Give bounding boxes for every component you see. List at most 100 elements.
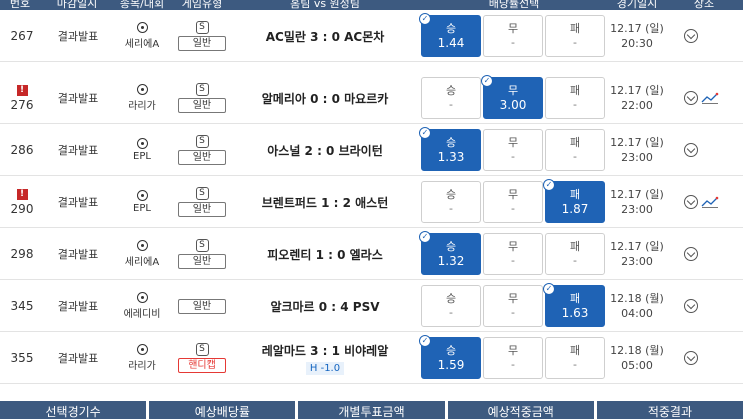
- sport-cell: 세리에A: [112, 10, 172, 62]
- s-type-icon: S: [195, 239, 209, 252]
- league-name: EPL: [133, 203, 151, 214]
- odds-win-button[interactable]: ✓ 승 1.33: [419, 127, 481, 171]
- odds-draw-button[interactable]: 무 -: [483, 181, 543, 223]
- s-type-icon: S: [195, 83, 209, 96]
- odds-value: -: [511, 306, 515, 319]
- header-no: 번호: [9, 0, 31, 10]
- s-type-icon: S: [195, 21, 209, 34]
- check-icon: ✓: [419, 13, 431, 25]
- odds-win-button[interactable]: ✓ 승 1.44: [419, 13, 481, 57]
- odds-value: -: [573, 36, 577, 49]
- check-icon: ✓: [419, 231, 431, 243]
- odds-label: 승: [445, 292, 457, 305]
- status-text: 결과발표: [57, 248, 99, 261]
- odds-lose-button[interactable]: 패 -: [545, 129, 605, 171]
- match-date: 12.17 (일): [610, 22, 664, 35]
- match-cell: 레알마드 3 : 1 비야레알 H -1.0: [232, 332, 418, 384]
- header-detail: 상조: [693, 0, 715, 10]
- game-type-badge: 일반: [178, 150, 226, 165]
- sport-cell: EPL: [112, 124, 172, 176]
- match-result: 아스널 2 : 0 브라이턴: [267, 143, 383, 158]
- summary-bar: 선택경기수 예상배당률 개별투표금액 예상적중금액 적중결과: [0, 401, 743, 419]
- header-game-type: 게임유형: [181, 0, 223, 10]
- expand-detail-icon[interactable]: [684, 91, 698, 105]
- match-cell: 아스널 2 : 0 브라이턴: [232, 124, 418, 176]
- game-number-cell: 355: [0, 332, 44, 384]
- match-date-cell: 12.17 (일) 22:00: [606, 72, 668, 124]
- league-name: 세리에A: [124, 257, 160, 268]
- expand-detail-icon[interactable]: [684, 247, 698, 261]
- odds-label: 패: [569, 84, 581, 97]
- odds-win-button[interactable]: 승 -: [421, 181, 481, 223]
- selected-count-label: 선택경기수: [0, 401, 147, 419]
- league-name: 라리가: [128, 101, 156, 112]
- hit-result-label: 적중결과: [596, 401, 743, 419]
- match-date-cell: 12.18 (월) 04:00: [606, 280, 668, 332]
- odds-draw-button[interactable]: 무 -: [483, 15, 543, 57]
- trend-chart-icon[interactable]: [701, 92, 719, 104]
- odds-value: -: [573, 98, 577, 111]
- game-number: 286: [10, 143, 34, 157]
- odds-label: 무: [507, 292, 519, 305]
- match-date-cell: 12.17 (일) 23:00: [606, 176, 668, 228]
- match-time: 23:00: [621, 255, 653, 268]
- odds-win-button[interactable]: ✓ 승 1.59: [419, 335, 481, 379]
- odds-lose-button[interactable]: 패 -: [545, 233, 605, 275]
- odds-draw-button[interactable]: 무 -: [483, 233, 543, 275]
- game-number: 355: [10, 351, 34, 365]
- odds-draw-button[interactable]: 무 -: [483, 285, 543, 327]
- odds-win-button[interactable]: 승 -: [421, 77, 481, 119]
- game-type-badge: 일반: [178, 202, 226, 217]
- status-text: 결과발표: [57, 144, 99, 157]
- odds-draw-button[interactable]: ✓ 무 3.00: [481, 75, 543, 119]
- expand-detail-icon[interactable]: [684, 195, 698, 209]
- status-cell: 결과발표: [44, 176, 112, 228]
- odds-value: 1.63: [561, 306, 589, 320]
- trend-chart-icon[interactable]: [701, 196, 719, 208]
- match-date-cell: 12.17 (일) 20:30: [606, 10, 668, 62]
- match-date: 12.18 (월): [610, 292, 664, 305]
- game-type-cell: S 일반: [172, 228, 232, 280]
- game-number: 290: [10, 201, 34, 216]
- odds-lose-button[interactable]: 패 -: [545, 77, 605, 119]
- odds-lose-button[interactable]: 패 -: [545, 337, 605, 379]
- odds-value: 1.87: [561, 202, 589, 216]
- check-icon: ✓: [543, 283, 555, 295]
- status-cell: 결과발표: [44, 228, 112, 280]
- table-row: ! 276 결과발표 라리가 S 일반 알메리아 0 : 0 마요르카 승 - …: [0, 72, 743, 124]
- status-cell: 결과발표: [44, 332, 112, 384]
- status-text: 결과발표: [57, 92, 99, 105]
- expand-detail-icon[interactable]: [684, 299, 698, 313]
- match-date-cell: 12.17 (일) 23:00: [606, 228, 668, 280]
- table-row: 286 결과발표 EPL S 일반 아스널 2 : 0 브라이턴 ✓ 승 1.3…: [0, 124, 743, 176]
- odds-lose-button[interactable]: ✓ 패 1.87: [543, 179, 605, 223]
- league-name: 에레디비: [123, 309, 161, 320]
- game-type-cell: 일반: [172, 280, 232, 332]
- match-cell: 피오렌티 1 : 0 엘라스: [232, 228, 418, 280]
- odds-draw-button[interactable]: 무 -: [483, 337, 543, 379]
- game-type-badge: 일반: [178, 254, 226, 269]
- odds-win-button[interactable]: 승 -: [421, 285, 481, 327]
- odds-label: 승: [445, 84, 457, 97]
- odds-lose-button[interactable]: ✓ 패 1.63: [543, 283, 605, 327]
- check-icon: ✓: [419, 127, 431, 139]
- odds-label: 무: [507, 344, 519, 357]
- expand-detail-icon[interactable]: [684, 143, 698, 157]
- game-number-cell: 345: [0, 280, 44, 332]
- status-text: 결과발표: [57, 196, 99, 209]
- table-row: 298 결과발표 세리에A S 일반 피오렌티 1 : 0 엘라스 ✓ 승 1.…: [0, 228, 743, 280]
- odds-lose-button[interactable]: 패 -: [545, 15, 605, 57]
- sport-cell: EPL: [112, 176, 172, 228]
- match-date-cell: 12.18 (월) 05:00: [606, 332, 668, 384]
- odds-win-button[interactable]: ✓ 승 1.32: [419, 231, 481, 275]
- sport-cell: 라리가: [112, 72, 172, 124]
- match-cell: 브렌트퍼드 1 : 2 애스턴: [232, 176, 418, 228]
- expand-detail-icon[interactable]: [684, 351, 698, 365]
- odds-value: 1.32: [437, 254, 465, 268]
- odds-value: 3.00: [499, 98, 527, 112]
- expand-detail-icon[interactable]: [684, 29, 698, 43]
- bet-amount-label: 개별투표금액: [298, 401, 445, 419]
- odds-draw-button[interactable]: 무 -: [483, 129, 543, 171]
- game-number: 276: [10, 97, 34, 112]
- match-time: 05:00: [621, 359, 653, 372]
